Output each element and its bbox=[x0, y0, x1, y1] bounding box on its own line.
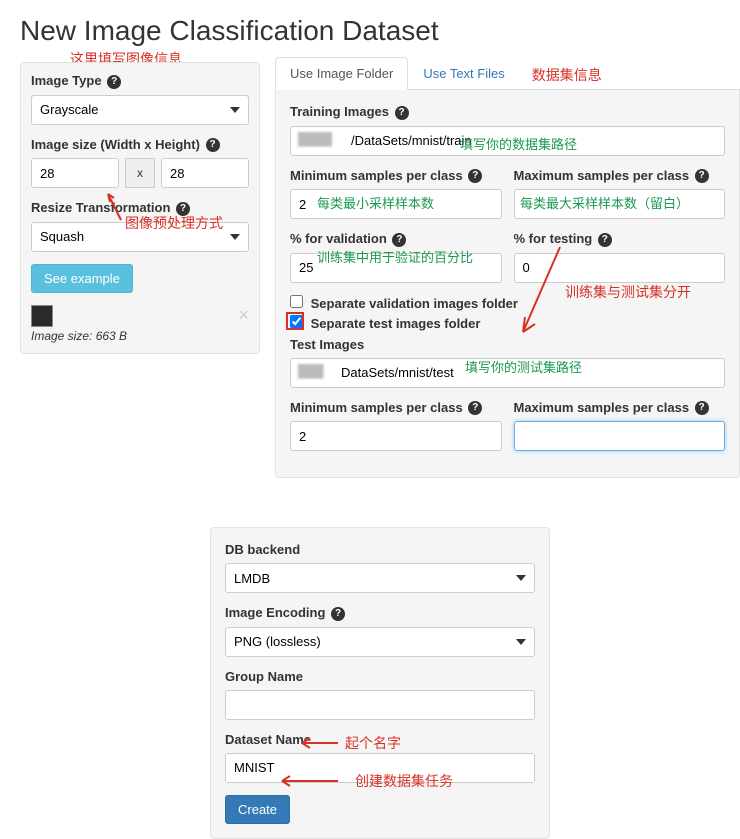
dataset-panel: Use Image Folder Use Text Files 数据集信息 Tr… bbox=[275, 57, 740, 478]
image-encoding-select[interactable]: PNG (lossless) bbox=[225, 627, 535, 657]
max-samples-input[interactable] bbox=[514, 189, 726, 219]
help-icon[interactable]: ? bbox=[206, 138, 220, 152]
min-samples-input[interactable] bbox=[290, 189, 502, 219]
pct-testing-label: % for testing ? bbox=[514, 231, 726, 247]
image-width-input[interactable] bbox=[31, 158, 119, 188]
test-images-input[interactable] bbox=[290, 358, 725, 388]
help-icon[interactable]: ? bbox=[695, 169, 709, 183]
resize-label: Resize Transformation ? bbox=[31, 200, 249, 216]
pct-validation-input[interactable] bbox=[290, 253, 502, 283]
min-samples2-input[interactable] bbox=[290, 421, 502, 451]
db-backend-select[interactable]: LMDB bbox=[225, 563, 535, 593]
image-encoding-label: Image Encoding ? bbox=[225, 605, 535, 621]
max-samples2-label: Maximum samples per class ? bbox=[514, 400, 726, 416]
image-type-select[interactable]: Grayscale bbox=[31, 95, 249, 125]
sep-validation-row: Separate validation images folder bbox=[290, 295, 725, 311]
image-height-input[interactable] bbox=[161, 158, 249, 188]
help-icon[interactable]: ? bbox=[176, 202, 190, 216]
page-title: New Image Classification Dataset bbox=[20, 15, 730, 47]
image-size-label: Image size (Width x Height) ? bbox=[31, 137, 249, 153]
dataset-name-input[interactable] bbox=[225, 753, 535, 783]
dataset-name-label: Dataset Name bbox=[225, 732, 535, 747]
see-example-button[interactable]: See example bbox=[31, 264, 133, 293]
annotation-top-right: 数据集信息 bbox=[532, 57, 602, 89]
help-icon[interactable]: ? bbox=[395, 106, 409, 120]
help-icon[interactable]: ? bbox=[331, 607, 345, 621]
test-images-label: Test Images bbox=[290, 337, 725, 352]
group-name-input[interactable] bbox=[225, 690, 535, 720]
max-samples2-input[interactable] bbox=[514, 421, 726, 451]
group-name-label: Group Name bbox=[225, 669, 535, 684]
dimension-x: x bbox=[125, 158, 155, 188]
min-samples-label: Minimum samples per class ? bbox=[290, 168, 502, 184]
training-images-input[interactable] bbox=[290, 126, 725, 156]
min-samples2-label: Minimum samples per class ? bbox=[290, 400, 502, 416]
image-type-label: Image Type ? bbox=[31, 73, 249, 89]
close-icon[interactable]: × bbox=[238, 305, 249, 326]
sep-validation-checkbox[interactable] bbox=[290, 295, 303, 308]
help-icon[interactable]: ? bbox=[107, 75, 121, 89]
help-icon[interactable]: ? bbox=[468, 169, 482, 183]
sep-test-row: Separate test images folder bbox=[290, 315, 725, 331]
example-thumbnail bbox=[31, 305, 53, 327]
db-backend-label: DB backend bbox=[225, 542, 535, 557]
dataset-meta-panel: DB backend LMDB Image Encoding ? PNG (lo… bbox=[210, 527, 550, 839]
tab-image-folder[interactable]: Use Image Folder bbox=[275, 57, 408, 90]
image-settings-panel: Image Type ? Grayscale Image size (Width… bbox=[20, 62, 260, 354]
tab-text-files[interactable]: Use Text Files bbox=[408, 57, 519, 90]
thumb-caption: Image size: 663 B bbox=[31, 329, 249, 343]
resize-select[interactable]: Squash bbox=[31, 222, 249, 252]
help-icon[interactable]: ? bbox=[598, 233, 612, 247]
training-images-label: Training Images ? bbox=[290, 104, 725, 120]
tabs: Use Image Folder Use Text Files 数据集信息 bbox=[275, 57, 740, 90]
help-icon[interactable]: ? bbox=[392, 233, 406, 247]
pct-testing-input[interactable] bbox=[514, 253, 726, 283]
help-icon[interactable]: ? bbox=[695, 401, 709, 415]
pct-validation-label: % for validation ? bbox=[290, 231, 502, 247]
help-icon[interactable]: ? bbox=[468, 401, 482, 415]
create-button[interactable]: Create bbox=[225, 795, 290, 824]
max-samples-label: Maximum samples per class ? bbox=[514, 168, 726, 184]
